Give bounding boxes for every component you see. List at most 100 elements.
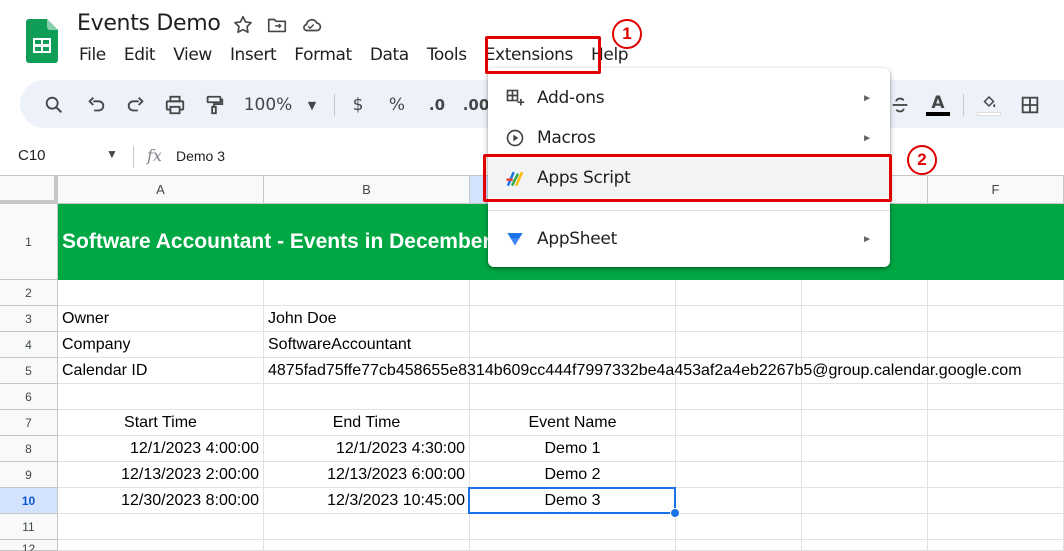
document-title[interactable]: Events Demo — [77, 11, 221, 36]
empty-cell[interactable] — [928, 540, 1064, 551]
name-box[interactable]: C10 — [18, 147, 46, 164]
empty-cell[interactable] — [264, 280, 470, 306]
fill-color-icon[interactable] — [976, 92, 1002, 118]
cell-calendar-label[interactable]: Calendar ID — [58, 358, 264, 384]
empty-cell[interactable] — [928, 488, 1064, 514]
cell-start-time[interactable]: 12/13/2023 2:00:00 — [58, 462, 264, 488]
cell-owner-label[interactable]: Owner — [58, 306, 264, 332]
select-all-corner[interactable] — [0, 176, 58, 204]
empty-cell[interactable] — [802, 410, 928, 436]
cell-start-time[interactable]: 12/1/2023 4:00:00 — [58, 436, 264, 462]
row-header-2[interactable]: 2 — [0, 280, 58, 306]
empty-cell[interactable] — [676, 488, 802, 514]
menu-item-appsheet[interactable]: AppSheet ► — [488, 219, 890, 259]
empty-cell[interactable] — [264, 540, 470, 551]
header-start-time[interactable]: Start Time — [58, 410, 264, 436]
column-header-a[interactable]: A — [58, 176, 264, 204]
row-header-7[interactable]: 7 — [0, 410, 58, 436]
cell-event-name[interactable]: Demo 1 — [470, 436, 676, 462]
empty-cell[interactable] — [928, 410, 1064, 436]
column-header-b[interactable]: B — [264, 176, 470, 204]
empty-cell[interactable] — [676, 280, 802, 306]
empty-cell[interactable] — [470, 306, 676, 332]
menu-item-macros[interactable]: Macros ► — [488, 118, 890, 158]
empty-cell[interactable] — [676, 410, 802, 436]
cell-end-time[interactable]: 12/13/2023 6:00:00 — [264, 462, 470, 488]
cell-end-time[interactable]: 12/3/2023 10:45:00 — [264, 488, 470, 514]
search-menus-icon[interactable] — [42, 92, 66, 118]
header-event-name[interactable]: Event Name — [470, 410, 676, 436]
header-end-time[interactable]: End Time — [264, 410, 470, 436]
cell-owner-value[interactable]: John Doe — [264, 306, 470, 332]
empty-cell[interactable] — [802, 540, 928, 551]
column-header-f[interactable]: F — [928, 176, 1064, 204]
sheets-logo[interactable] — [26, 19, 58, 63]
formula-input[interactable]: Demo 3 — [176, 148, 225, 164]
menu-edit[interactable]: Edit — [115, 41, 164, 69]
menu-data[interactable]: Data — [361, 41, 418, 69]
move-folder-icon[interactable] — [266, 14, 288, 36]
cell-calendar-value[interactable]: 4875fad75ffe77cb458655e8314b609cc444f799… — [264, 358, 1064, 384]
empty-cell[interactable] — [676, 436, 802, 462]
menu-format[interactable]: Format — [285, 41, 361, 69]
empty-cell[interactable] — [676, 384, 802, 410]
empty-cell[interactable] — [264, 514, 470, 540]
text-color-button[interactable]: A — [926, 92, 950, 118]
paint-format-icon[interactable] — [202, 92, 226, 118]
increase-decimal-button[interactable]: .00 — [463, 92, 490, 118]
empty-cell[interactable] — [470, 280, 676, 306]
empty-cell[interactable] — [676, 306, 802, 332]
zoom-dropdown-icon[interactable]: ▼ — [304, 92, 320, 118]
empty-cell[interactable] — [802, 280, 928, 306]
decrease-decimal-button[interactable]: .0 — [424, 92, 450, 118]
empty-cell[interactable] — [928, 332, 1064, 358]
row-header-9[interactable]: 9 — [0, 462, 58, 488]
menu-tools[interactable]: Tools — [418, 41, 476, 69]
star-icon[interactable] — [232, 14, 254, 36]
empty-cell[interactable] — [676, 514, 802, 540]
empty-cell[interactable] — [928, 384, 1064, 410]
empty-cell[interactable] — [802, 306, 928, 332]
empty-cell[interactable] — [928, 462, 1064, 488]
row-header-11[interactable]: 11 — [0, 514, 58, 540]
empty-cell[interactable] — [58, 514, 264, 540]
row-header-10[interactable]: 10 — [0, 488, 58, 514]
row-header-5[interactable]: 5 — [0, 358, 58, 384]
currency-format-button[interactable]: $ — [348, 92, 368, 118]
name-box-dropdown-icon[interactable]: ▼ — [106, 147, 118, 161]
row-header-8[interactable]: 8 — [0, 436, 58, 462]
borders-icon[interactable] — [1018, 92, 1042, 118]
row-header-1[interactable]: 1 — [0, 204, 58, 280]
menu-file[interactable]: File — [70, 41, 115, 69]
fill-handle[interactable] — [670, 508, 680, 518]
empty-cell[interactable] — [802, 488, 928, 514]
redo-icon[interactable] — [124, 92, 148, 118]
cell-company-label[interactable]: Company — [58, 332, 264, 358]
row-header-4[interactable]: 4 — [0, 332, 58, 358]
row-header-6[interactable]: 6 — [0, 384, 58, 410]
cell-end-time[interactable]: 12/1/2023 4:30:00 — [264, 436, 470, 462]
cloud-status-icon[interactable] — [300, 14, 322, 36]
empty-cell[interactable] — [58, 280, 264, 306]
undo-icon[interactable] — [84, 92, 108, 118]
empty-cell[interactable] — [676, 332, 802, 358]
zoom-select[interactable]: 100% — [240, 92, 296, 118]
empty-cell[interactable] — [802, 384, 928, 410]
menu-item-addons[interactable]: Add-ons ► — [488, 78, 890, 118]
percent-format-button[interactable]: % — [386, 92, 408, 118]
menu-view[interactable]: View — [164, 41, 221, 69]
empty-cell[interactable] — [470, 514, 676, 540]
empty-cell[interactable] — [802, 332, 928, 358]
empty-cell[interactable] — [928, 514, 1064, 540]
empty-cell[interactable] — [676, 540, 802, 551]
row-header-12[interactable]: 12 — [0, 540, 58, 551]
print-icon[interactable] — [163, 92, 187, 118]
empty-cell[interactable] — [676, 462, 802, 488]
cell-company-value[interactable]: SoftwareAccountant — [264, 332, 470, 358]
row-header-3[interactable]: 3 — [0, 306, 58, 332]
empty-cell[interactable] — [58, 540, 264, 551]
empty-cell[interactable] — [928, 306, 1064, 332]
empty-cell[interactable] — [470, 332, 676, 358]
empty-cell[interactable] — [802, 462, 928, 488]
menu-insert[interactable]: Insert — [221, 41, 285, 69]
